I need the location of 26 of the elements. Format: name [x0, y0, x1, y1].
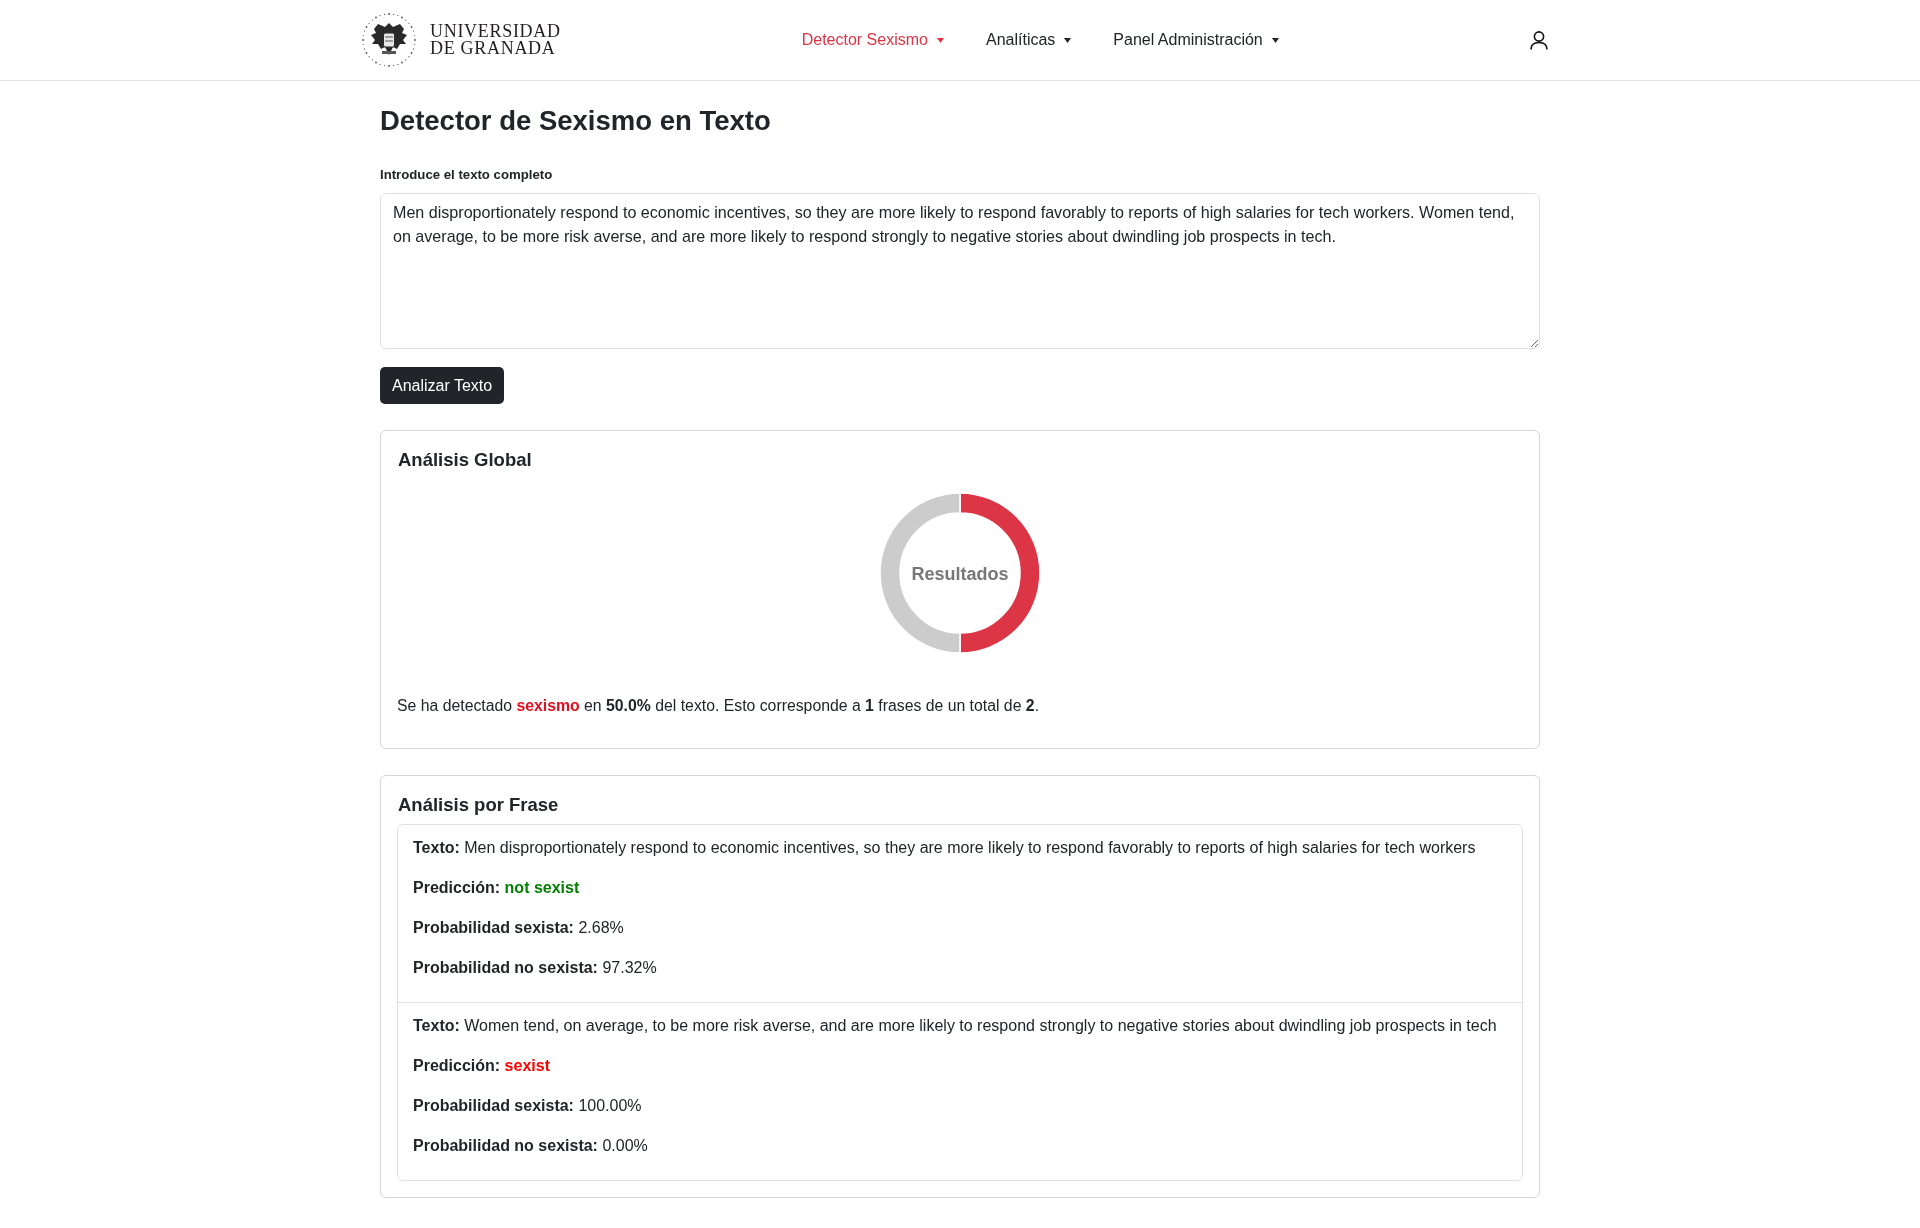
summary-text: Se ha detectado sexismo en 50.0% del texto. Esto corresponde a 1 frases de un total de 2. — [397, 696, 1040, 716]
user-button[interactable] — [1530, 30, 1548, 50]
nav-menu-link[interactable]: Analíticas — [985, 28, 1072, 52]
university-logo[interactable]: UNIVERSIDAD DE GRANADA — [360, 11, 561, 69]
probability-text: Probabilidad no sexista: 0.00% — [413, 1136, 649, 1156]
phrase-text: Texto: Women tend, on average, to be more risk averse, and are more likely to respond strongly to negative stories about dwindling job prospects in tech — [413, 1016, 1498, 1036]
caret-icon — [1064, 37, 1072, 43]
analyze-button[interactable]: Analizar Texto — [380, 367, 505, 404]
chart-title: Resultados — [911, 563, 1009, 584]
nav-menu-link[interactable]: Panel Administración — [1113, 28, 1279, 52]
caret-icon — [936, 37, 944, 43]
nav-menu-link[interactable]: Detector Sexismo — [801, 28, 944, 52]
page-title: Detector de Sexismo en Texto — [380, 105, 772, 137]
card-title: Análisis por Frase — [398, 793, 560, 817]
seal-icon — [360, 11, 418, 69]
user-icon — [1530, 30, 1548, 50]
card-title: Análisis Global — [398, 448, 533, 472]
caret-icon — [1271, 37, 1279, 43]
probability-text: Probabilidad sexista: 100.00% — [413, 1096, 643, 1116]
field-label: Introduce el texto completo — [380, 166, 554, 184]
probability-text: Probabilidad sexista: 2.68% — [413, 918, 625, 938]
prediction-text: Predicción: sexist — [413, 1056, 551, 1076]
prediction-text: Predicción: not sexist — [413, 878, 581, 898]
probability-text: Probabilidad no sexista: 97.32% — [413, 958, 658, 978]
phrase-text: Texto: Men disproportionately respond to economic incentives, so they are more likely to respond favorably to reports of high salaries for tech workers — [413, 838, 1477, 858]
text-input-field[interactable]: Men disproportionately respond to economic incentives, so they are more likely to respond favorably to reports of high salaries for tech workers. Women tend, on average, to be more risk averse, and are more likely to respond strongly to negative stories about dwindling job prospects in tech. — [380, 193, 1540, 349]
